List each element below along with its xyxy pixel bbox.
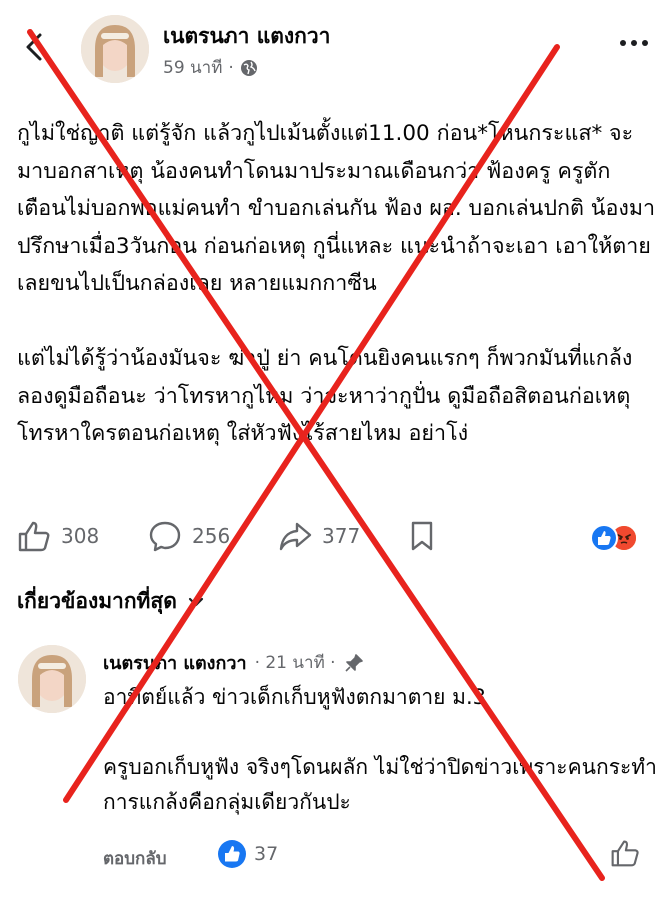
post-header: เนตรนภา แตงกวา 59 นาที · (0, 0, 670, 100)
save-button[interactable] (408, 520, 436, 552)
globe-icon (240, 59, 257, 76)
like-reaction-icon (218, 840, 246, 868)
back-arrow-icon (26, 33, 42, 61)
author-name[interactable]: เนตรนภา แตงกวา (163, 20, 330, 53)
share-count: 377 (322, 524, 361, 548)
like-count: 308 (61, 524, 100, 548)
comment-sort-dropdown[interactable]: เกี่ยวข้องมากที่สุด (17, 585, 205, 618)
comment-header: เนตรนภา แตงกวา · 21 นาที · (103, 648, 364, 677)
chevron-down-icon (188, 597, 203, 606)
comment-button[interactable]: 256 (148, 520, 230, 552)
comment-bubble-icon (149, 521, 181, 552)
post-time[interactable]: 59 นาที (163, 54, 222, 81)
reactions-summary[interactable] (590, 524, 650, 554)
commenter-name[interactable]: เนตรนภา แตงกวา (103, 648, 247, 677)
comment-like-button[interactable] (610, 838, 640, 872)
comment-count: 256 (192, 524, 231, 548)
thumbs-up-icon (18, 521, 50, 552)
comment-like-count: 37 (254, 843, 279, 865)
more-dot-icon (631, 40, 637, 46)
comment-sort-label: เกี่ยวข้องมากที่สุด (17, 589, 177, 613)
share-button[interactable]: 377 (278, 520, 360, 552)
commenter-avatar[interactable] (18, 645, 86, 713)
author-avatar[interactable] (81, 15, 149, 83)
pin-icon (345, 653, 363, 672)
like-reaction-icon (590, 524, 618, 552)
reply-button[interactable]: ตอบกลับ (103, 845, 167, 872)
comment-text: อาทิตย์แล้ว ข่าวเด็กเก็บหูฟังตกมาตาย ม.3… (103, 685, 657, 814)
thumbs-up-icon (611, 840, 639, 867)
back-button[interactable] (18, 30, 52, 64)
bookmark-icon (411, 521, 433, 551)
more-options-button[interactable] (620, 40, 648, 46)
post-action-bar: 308 256 377 (0, 512, 670, 564)
more-dot-icon (642, 40, 648, 46)
post-meta: 59 นาที · (163, 54, 258, 81)
like-button[interactable]: 308 (17, 520, 99, 552)
post-text: กูไม่ใช่ญาติ แต่รู้จัก แล้วกูไปเม้นตั้งแ… (17, 121, 656, 446)
comment-like-summary[interactable]: 37 (218, 840, 278, 868)
more-dot-icon (620, 40, 626, 46)
comment-time: · 21 นาที · (254, 653, 336, 673)
share-arrow-icon (279, 522, 312, 551)
